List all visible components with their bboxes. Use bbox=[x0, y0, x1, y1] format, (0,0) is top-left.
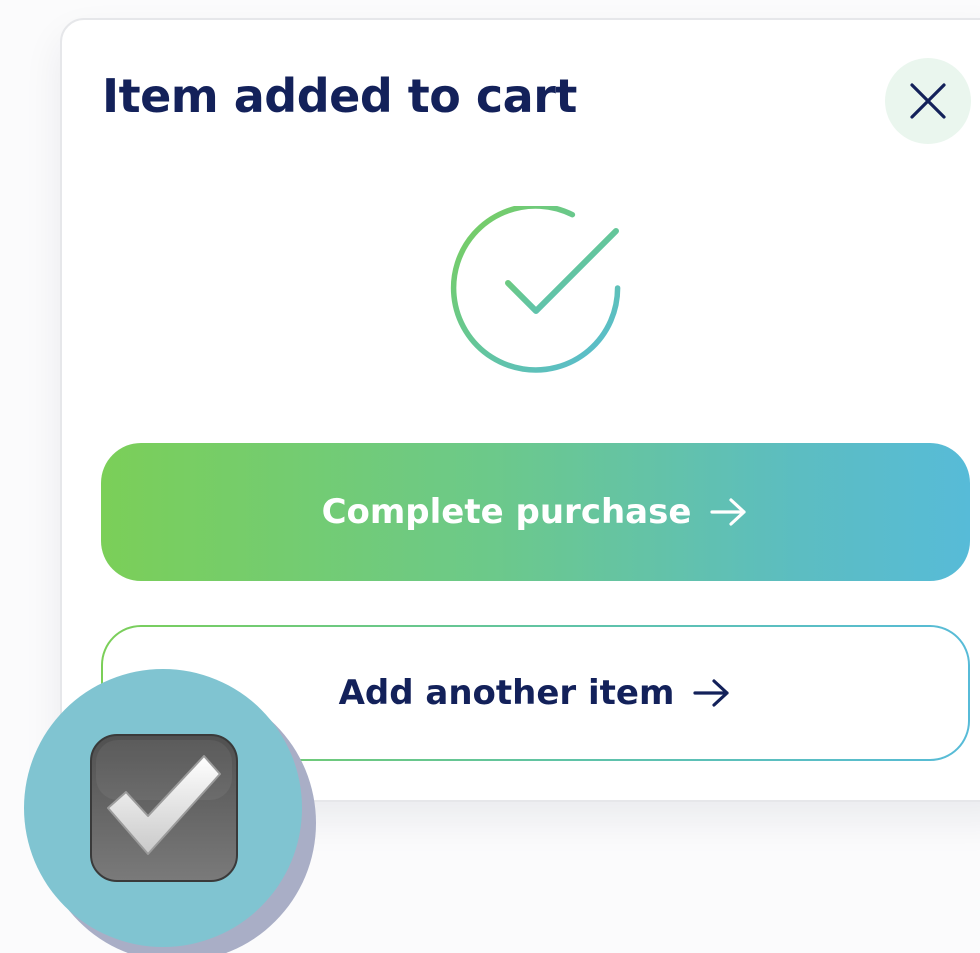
checkbox-checked-icon bbox=[90, 734, 238, 882]
checkmark-circle-icon bbox=[450, 206, 621, 373]
dialog-title: Item added to cart bbox=[102, 69, 577, 123]
close-button[interactable] bbox=[885, 58, 971, 144]
complete-purchase-button[interactable]: Complete purchase bbox=[101, 443, 970, 581]
arrow-right-icon bbox=[693, 679, 730, 707]
close-icon bbox=[910, 83, 946, 119]
add-another-item-label: Add another item bbox=[338, 673, 675, 713]
arrow-right-icon bbox=[710, 498, 747, 526]
page: Item added to cart Complete purchase Add… bbox=[0, 0, 980, 953]
complete-purchase-label: Complete purchase bbox=[321, 492, 692, 532]
